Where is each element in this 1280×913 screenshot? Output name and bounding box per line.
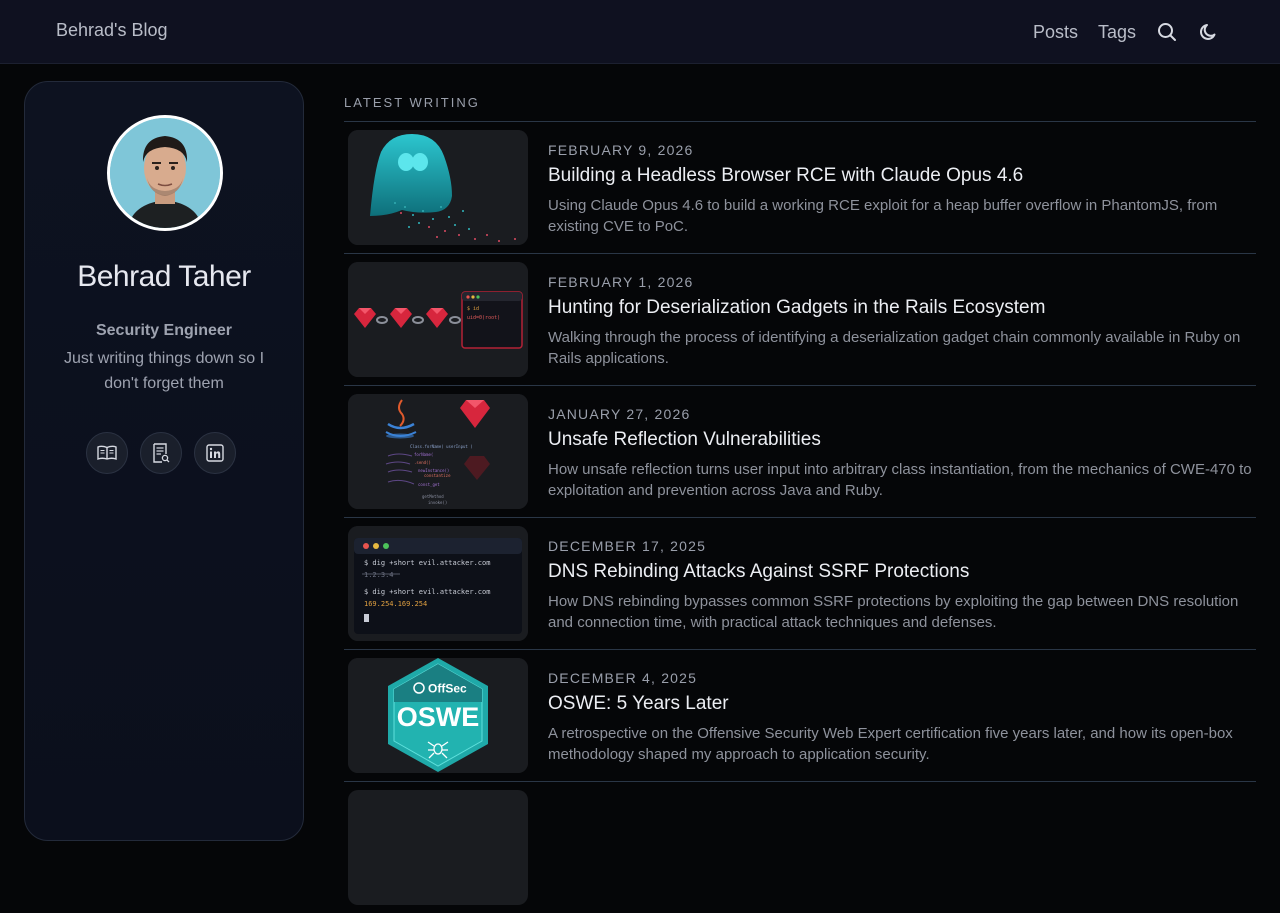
code-line: constantize xyxy=(424,473,451,478)
post-thumbnail-ruby-chain: $ id uid=0(root) xyxy=(348,262,528,377)
badge-label: OSWE xyxy=(397,702,480,732)
post-item[interactable]: FEBRUARY 9, 2026 Building a Headless Bro… xyxy=(344,122,1256,254)
terminal-cmd: $ id xyxy=(467,306,479,312)
post-date: FEBRUARY 1, 2026 xyxy=(548,274,694,290)
post-title[interactable]: Hunting for Deserialization Gadgets in t… xyxy=(548,297,1045,319)
terminal-cmd: $ dig +short evil.attacker.com xyxy=(364,588,490,596)
post-description: How unsafe reflection turns user input i… xyxy=(548,461,1252,499)
post-thumbnail-terminal: $ dig +short evil.attacker.com 1.2.3.4 $… xyxy=(348,526,528,641)
badge-brand: OffSec xyxy=(428,682,467,696)
code-line: getMethod xyxy=(422,494,444,499)
profile-name: Behrad Taher xyxy=(77,260,251,293)
post-date: JANUARY 27, 2026 xyxy=(548,406,691,422)
code-line: forName( xyxy=(414,452,433,457)
profile-card: Behrad Taher Security Engineer Just writ… xyxy=(24,81,304,841)
post-title[interactable]: Unsafe Reflection Vulnerabilities xyxy=(548,429,821,451)
post-date: DECEMBER 17, 2025 xyxy=(548,538,707,554)
terminal-output: 169.254.169.254 xyxy=(364,600,427,608)
post-title[interactable]: DNS Rebinding Attacks Against SSRF Prote… xyxy=(548,561,969,583)
blog-brand-link[interactable]: Behrad's Blog xyxy=(56,20,168,41)
post-item[interactable]: OffSec OSWE DECEMBER 4, 2025 OSWE: 5 Yea… xyxy=(344,650,1256,782)
main-nav: Posts Tags xyxy=(1013,0,1220,64)
linkedin-icon[interactable] xyxy=(194,432,236,474)
post-date: FEBRUARY 9, 2026 xyxy=(548,142,694,158)
post-item[interactable]: $ id uid=0(root) FEBRUARY 1, 2026 Huntin… xyxy=(344,254,1256,386)
code-line: .send() xyxy=(414,460,431,465)
avatar xyxy=(107,115,223,231)
moon-icon[interactable] xyxy=(1198,21,1220,43)
post-description: A retrospective on the Offensive Securit… xyxy=(548,725,1233,763)
nav-tags-link[interactable]: Tags xyxy=(1098,22,1136,43)
social-links xyxy=(86,432,236,474)
post-description: Using Claude Opus 4.6 to build a working… xyxy=(548,197,1218,235)
post-date: DECEMBER 4, 2025 xyxy=(548,670,698,686)
terminal-output: 1.2.3.4 xyxy=(364,571,394,579)
post-item[interactable]: $ dig +short evil.attacker.com 1.2.3.4 $… xyxy=(344,518,1256,650)
code-line: const_get xyxy=(418,482,440,487)
resume-icon[interactable] xyxy=(140,432,182,474)
post-thumbnail-ghost xyxy=(348,130,528,245)
post-item[interactable] xyxy=(344,782,1256,913)
search-icon[interactable] xyxy=(1156,21,1178,43)
code-line: invoke() xyxy=(428,500,447,505)
profile-role: Security Engineer xyxy=(95,322,233,339)
post-thumbnail xyxy=(348,790,528,905)
terminal-cmd: $ dig +short evil.attacker.com xyxy=(364,559,490,567)
code-line: Class.forName( userInput ) xyxy=(410,444,473,449)
post-description: Walking through the process of identifyi… xyxy=(548,329,1241,367)
post-title[interactable]: OSWE: 5 Years Later xyxy=(548,693,729,715)
post-item[interactable]: Class.forName( userInput ) forName( .sen… xyxy=(344,386,1256,518)
latest-writing-section: LATEST WRITING FEBRUARY 9, 2026 Building… xyxy=(344,95,1256,913)
post-description: How DNS rebinding bypasses common SSRF p… xyxy=(548,593,1239,631)
post-thumbnail-reflection: Class.forName( userInput ) forName( .sen… xyxy=(348,394,528,509)
book-icon[interactable] xyxy=(86,432,128,474)
nav-posts-link[interactable]: Posts xyxy=(1033,22,1078,43)
profile-tagline: Just writing things down so I don't forg… xyxy=(63,350,265,392)
top-nav-bar: Behrad's Blog Posts Tags xyxy=(0,0,1280,64)
section-title: LATEST WRITING xyxy=(344,95,480,110)
post-title[interactable]: Building a Headless Browser RCE with Cla… xyxy=(548,165,1023,187)
terminal-output: uid=0(root) xyxy=(467,315,500,321)
post-thumbnail-oswe-badge: OffSec OSWE xyxy=(348,658,528,773)
